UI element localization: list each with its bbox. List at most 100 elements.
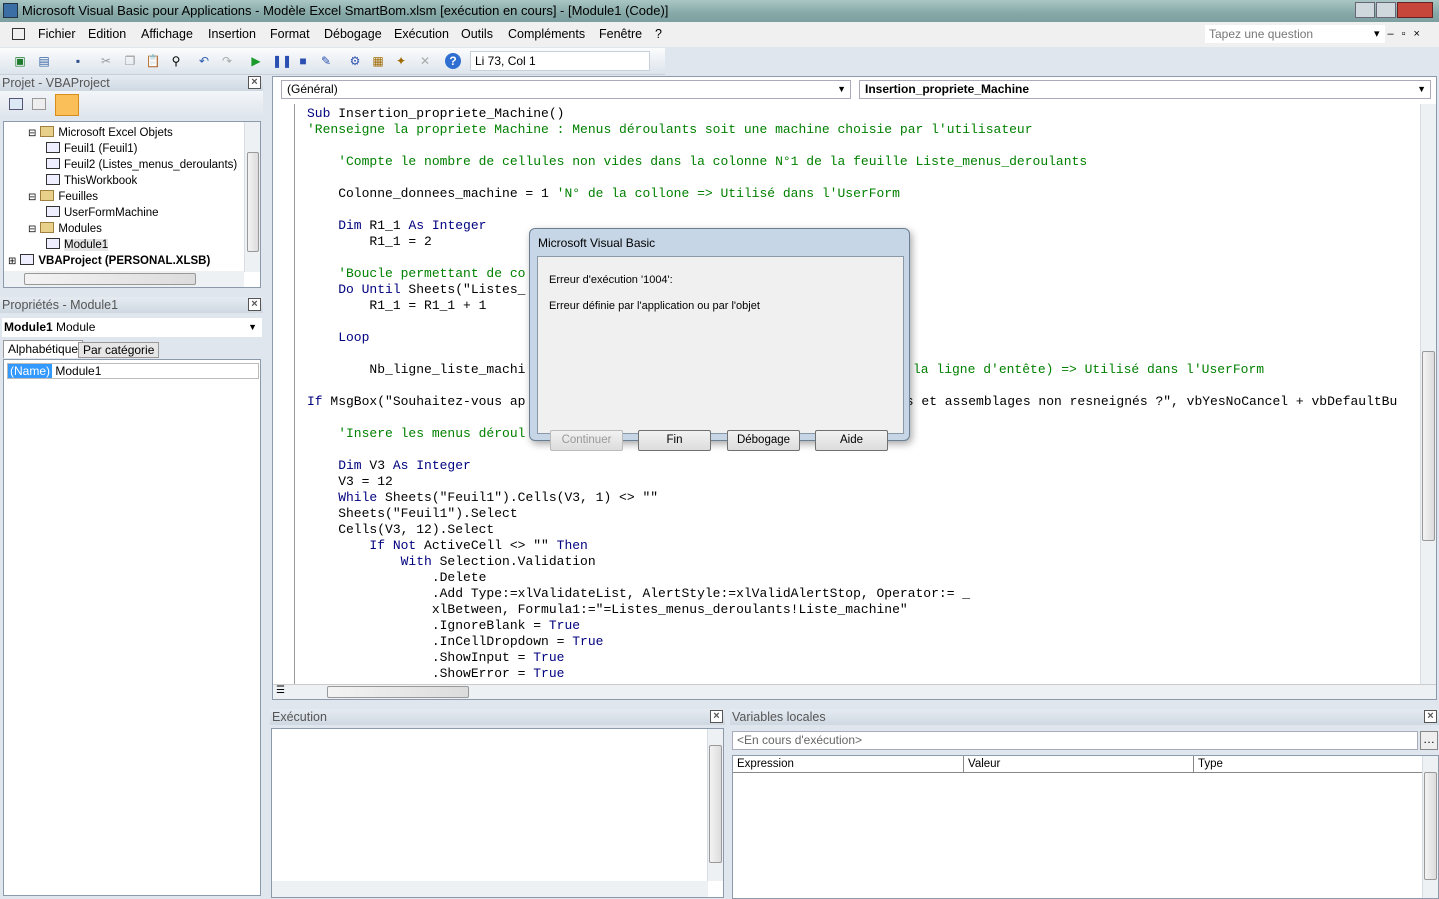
menu-1[interactable]: Edition (88, 27, 126, 41)
design-mode-icon[interactable]: ✎ (318, 53, 334, 69)
expand-icon[interactable]: ⊟ (28, 224, 36, 235)
chevron-down-icon[interactable]: ▼ (837, 81, 846, 98)
locals-vscrollbar[interactable] (1422, 756, 1438, 898)
column-type[interactable]: Type (1194, 756, 1423, 772)
close-icon[interactable]: × (248, 298, 261, 311)
pause-icon[interactable]: ❚❚ (272, 53, 292, 69)
paste-icon[interactable]: 📋 (145, 53, 161, 69)
mdi-controls[interactable]: ▾–▫× (1374, 27, 1428, 40)
tab-par-categorie[interactable]: Par catégorie (78, 342, 160, 358)
expand-icon[interactable]: ⊟ (28, 128, 36, 139)
column-value[interactable]: Valeur (964, 756, 1194, 772)
help-icon[interactable]: ? (445, 53, 461, 69)
toolbox-icon[interactable]: ✕ (417, 53, 433, 69)
code-token: Sheets("Feuil1").Select (307, 506, 518, 521)
object-combo[interactable]: (Général) ▼ (281, 80, 851, 99)
column-expression[interactable]: Expression (733, 756, 964, 772)
continue-button: Continuer (550, 430, 623, 451)
menu-10[interactable]: ? (655, 27, 662, 41)
property-row-name[interactable]: (Name) Module1 (7, 363, 259, 379)
menu-6[interactable]: Exécution (394, 27, 449, 41)
code-token: 'N° de la collone => Utilisé dans l'User… (556, 186, 900, 201)
help-button[interactable]: Aide (815, 430, 888, 451)
menu-0[interactable]: Fichier (38, 27, 76, 41)
system-menu-icon[interactable] (12, 28, 25, 40)
immediate-hscrollbar[interactable] (272, 881, 708, 897)
expand-icon[interactable]: ⊟ (28, 192, 36, 203)
menu-5[interactable]: Débogage (324, 27, 382, 41)
project-explorer-icon[interactable]: ⚙ (347, 53, 363, 69)
menu-7[interactable]: Outils (461, 27, 493, 41)
project-title-text: Projet - VBAProject (2, 76, 110, 90)
object-browser-icon[interactable]: ✦ (393, 53, 409, 69)
tree-item[interactable]: Feuil2 (Listes_menus_deroulants) (46, 158, 237, 173)
menu-4[interactable]: Format (270, 27, 310, 41)
tree-vscrollbar[interactable] (244, 122, 260, 272)
save-icon[interactable]: ▪ (70, 53, 86, 69)
procedure-view-icon[interactable]: ☰ (276, 685, 285, 696)
code-vscrollbar[interactable] (1420, 104, 1436, 684)
copy-icon[interactable]: ❐ (122, 53, 138, 69)
code-token: .IgnoreBlank = (307, 618, 549, 633)
view-code-icon[interactable] (9, 98, 23, 110)
properties-window-icon[interactable]: ▦ (370, 53, 386, 69)
find-icon[interactable]: ⚲ (168, 53, 184, 69)
margin-indicator-bar[interactable] (273, 104, 295, 684)
tree-item[interactable]: ⊟ Feuilles (28, 190, 98, 205)
tree-item[interactable]: Module1 (46, 238, 109, 253)
code-hscrollbar[interactable]: ☰ (273, 684, 1436, 699)
project-tree[interactable]: ⊟ Microsoft Excel Objets Feuil1 (Feuil1) Fe… (3, 121, 261, 288)
expand-icon[interactable]: ⊞ (8, 256, 16, 267)
end-button[interactable]: Fin (638, 430, 711, 451)
property-value[interactable]: Module1 (55, 364, 101, 378)
code-token: Insertion_propriete_Machine() (338, 106, 565, 121)
close-icon[interactable] (1397, 2, 1433, 18)
tree-item[interactable]: ⊟ Modules (28, 222, 102, 237)
tree-item-label: VBAProject (PERSONAL.XLSB) (38, 255, 211, 267)
procedure-combo-value: Insertion_propriete_Machine (865, 82, 1030, 96)
close-icon[interactable]: × (710, 710, 723, 723)
menu-8[interactable]: Compléments (508, 27, 585, 41)
ask-question-input[interactable]: Tapez une question (1205, 25, 1385, 43)
tree-item[interactable]: ⊟ Microsoft Excel Objets (28, 126, 173, 141)
redo-icon[interactable]: ↷ (219, 53, 235, 69)
menu-3[interactable]: Insertion (208, 27, 256, 41)
reset-icon[interactable]: ■ (295, 53, 311, 69)
run-icon[interactable]: ▶ (248, 53, 264, 69)
chevron-down-icon[interactable]: ▼ (248, 318, 257, 337)
menu-2[interactable]: Affichage (141, 27, 193, 41)
undo-icon[interactable]: ↶ (196, 53, 212, 69)
error-message: Erreur définie par l'application ou par … (549, 300, 760, 312)
procedure-combo[interactable]: Insertion_propriete_Machine ▼ (859, 80, 1431, 99)
code-line: .Add Type:=xlValidateList, AlertStyle:=x… (307, 586, 970, 602)
toggle-folders-icon[interactable] (55, 94, 79, 116)
folder-icon (40, 126, 55, 137)
menu-9[interactable]: Fenêtre (599, 27, 642, 41)
tree-item[interactable]: ⊞ VBAProject (PERSONAL.XLSB) (8, 254, 210, 269)
tree-item[interactable]: ThisWorkbook (46, 174, 137, 189)
view-object-icon[interactable] (32, 98, 46, 110)
tree-hscrollbar[interactable] (4, 271, 244, 287)
immediate-vscrollbar[interactable] (707, 729, 723, 881)
cut-icon[interactable]: ✂ (98, 53, 114, 69)
chevron-down-icon[interactable]: ▼ (1417, 81, 1426, 98)
object-select[interactable]: Module1 Module ▼ (2, 318, 262, 337)
maximize-icon[interactable] (1376, 2, 1396, 18)
code-token: R1_1 = 2 (307, 234, 432, 249)
immediate-input[interactable] (271, 728, 724, 898)
close-icon[interactable]: × (248, 76, 261, 89)
close-icon[interactable]: × (1424, 710, 1437, 723)
code-token: .Delete (307, 570, 487, 585)
tab-alphabetique[interactable]: Alphabétique (3, 340, 84, 358)
excel-icon[interactable]: ▣ (12, 53, 28, 69)
code-token: While (307, 490, 386, 505)
insert-userform-icon[interactable]: ▤ (36, 53, 52, 69)
folder-icon (40, 222, 55, 233)
code-token: Loop (307, 330, 370, 345)
minimize-icon[interactable] (1355, 2, 1375, 18)
call-stack-button[interactable]: … (1420, 731, 1438, 750)
code-token: With (307, 554, 440, 569)
debug-button[interactable]: Débogage (727, 430, 800, 451)
tree-item[interactable]: UserFormMachine (46, 206, 159, 221)
tree-item[interactable]: Feuil1 (Feuil1) (46, 142, 138, 157)
